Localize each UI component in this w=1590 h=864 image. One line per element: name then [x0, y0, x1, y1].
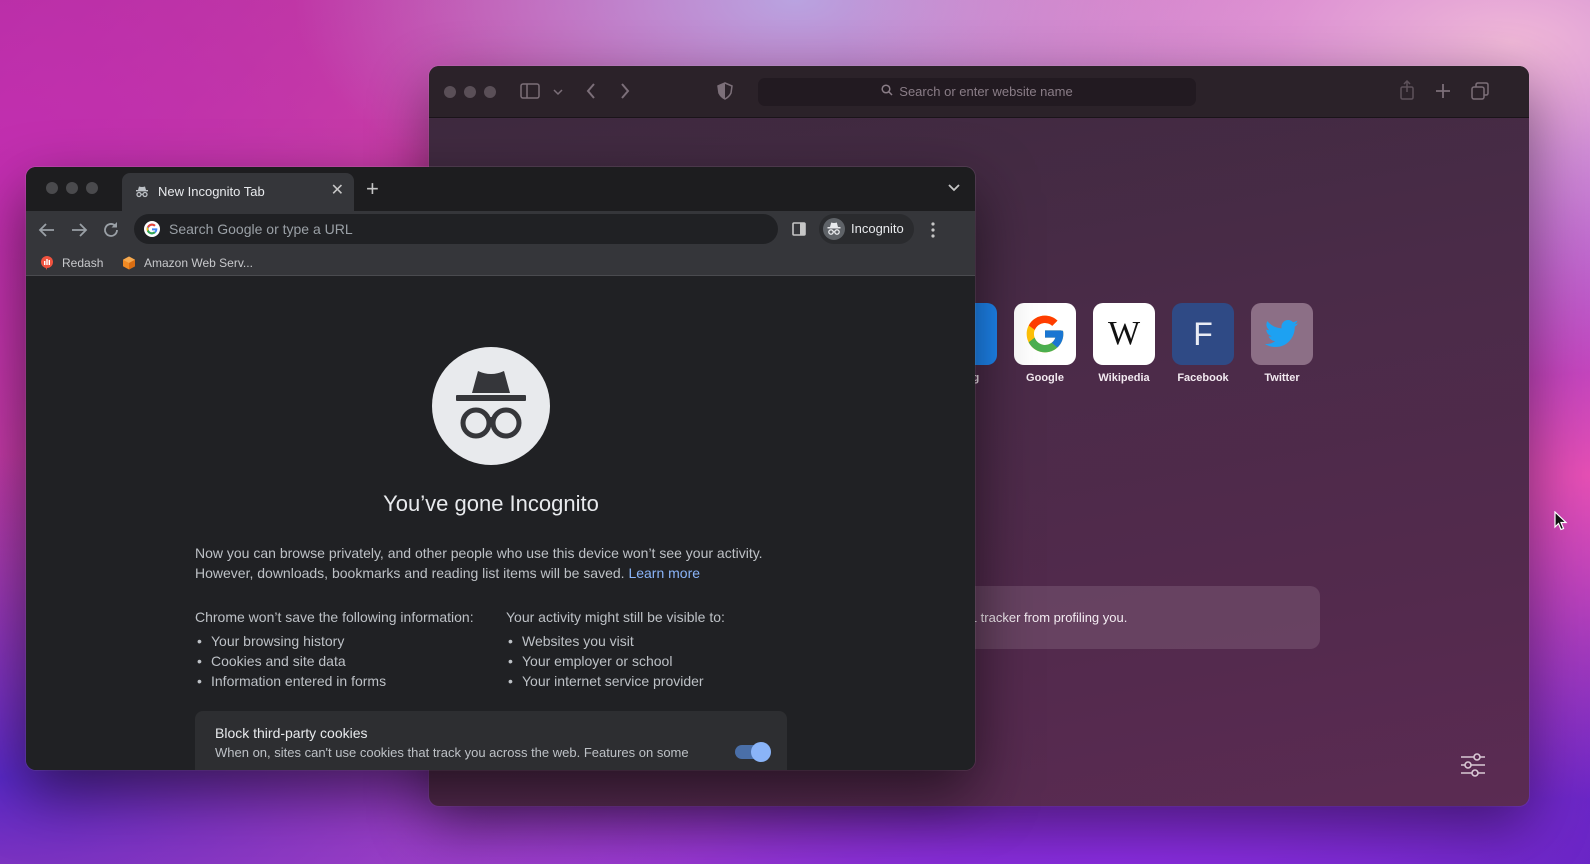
- page-title: You’ve gone Incognito: [383, 491, 599, 516]
- list-item: Your browsing history: [195, 631, 515, 651]
- wikipedia-glyph: W: [1107, 315, 1141, 352]
- navigation-toolbar: Search Google or type a URL Incognito: [26, 211, 975, 249]
- safari-toolbar: Search or enter website name: [429, 66, 1529, 118]
- tab-new-incognito[interactable]: New Incognito Tab ✕: [122, 173, 354, 211]
- bookmark-aws[interactable]: Amazon Web Serv...: [122, 254, 272, 272]
- privacy-report-text: d 1 tracker from profiling you.: [959, 610, 1128, 625]
- tab-strip: New Incognito Tab ✕ +: [26, 167, 975, 211]
- incognito-illustration: [432, 347, 550, 465]
- list-item: Your employer or school: [506, 651, 826, 671]
- favorite-facebook-label: Facebook: [1177, 372, 1229, 384]
- favorite-google-label: Google: [1026, 372, 1064, 384]
- zoom-window-button[interactable]: [484, 86, 496, 98]
- incognito-avatar: [823, 218, 845, 240]
- block-cookies-title: Block third-party cookies: [215, 725, 368, 741]
- search-icon: [881, 84, 893, 96]
- list-item: Your internet service provider: [506, 671, 826, 691]
- minimize-window-button[interactable]: [66, 182, 78, 194]
- facebook-glyph: F: [1193, 315, 1213, 352]
- bookmark-aws-label: Amazon Web Serv...: [144, 256, 253, 270]
- incognito-icon: [827, 222, 841, 235]
- list-item: Information entered in forms: [195, 671, 515, 691]
- favorite-facebook-tile[interactable]: F: [1172, 303, 1234, 365]
- omnibox[interactable]: Search Google or type a URL: [134, 214, 778, 244]
- customize-start-page-icon[interactable]: [1459, 752, 1487, 778]
- chevron-down-icon[interactable]: [553, 88, 563, 96]
- list-item: Websites you visit: [506, 631, 826, 651]
- incognito-spy-icon: [456, 371, 526, 439]
- forward-icon[interactable]: [619, 82, 631, 100]
- incognito-ntp-content: You’ve gone Incognito Now you can browse…: [26, 277, 975, 770]
- list-item: Cookies and site data: [195, 651, 515, 671]
- favorite-wikipedia-tile[interactable]: W: [1093, 303, 1155, 365]
- not-saved-list: Chrome won’t save the following informat…: [195, 607, 515, 691]
- safari-search-placeholder: Search or enter website name: [899, 84, 1073, 99]
- bookmarks-bar: Redash Amazon Web Serv...: [26, 249, 975, 276]
- tab-search-chevron-icon[interactable]: [947, 181, 961, 195]
- not-saved-heading: Chrome won’t save the following informat…: [195, 609, 474, 625]
- sidebar-toggle-icon[interactable]: [520, 83, 540, 99]
- close-window-button[interactable]: [46, 182, 58, 194]
- incognito-label: Incognito: [851, 221, 904, 236]
- block-cookies-card: Block third-party cookies When on, sites…: [195, 711, 787, 770]
- block-cookies-toggle[interactable]: [735, 742, 771, 762]
- zoom-window-button[interactable]: [86, 182, 98, 194]
- tab-overview-icon[interactable]: [1471, 82, 1489, 100]
- favorite-wikipedia-label: Wikipedia: [1098, 372, 1150, 384]
- still-visible-heading: Your activity might still be visible to:: [506, 609, 725, 625]
- favorite-twitter-label: Twitter: [1264, 372, 1300, 384]
- incognito-profile-button[interactable]: Incognito: [819, 214, 914, 244]
- aws-icon: [123, 256, 135, 270]
- back-icon[interactable]: [585, 82, 597, 100]
- redash-icon: [41, 256, 53, 270]
- privacy-shield-icon[interactable]: [717, 82, 733, 100]
- mouse-cursor-icon: [1554, 511, 1568, 531]
- omnibox-placeholder: Search Google or type a URL: [169, 221, 353, 237]
- close-window-button[interactable]: [444, 86, 456, 98]
- google-logo-icon: [1026, 315, 1064, 353]
- forward-icon[interactable]: [68, 219, 90, 241]
- toggle-knob: [751, 742, 771, 762]
- reload-icon[interactable]: [100, 219, 122, 241]
- bookmark-redash[interactable]: Redash: [40, 254, 120, 272]
- tab-title: New Incognito Tab: [158, 184, 265, 199]
- more-options-icon[interactable]: [930, 221, 936, 239]
- intro-paragraph: Now you can browse privately, and other …: [195, 543, 795, 583]
- share-icon[interactable]: [1399, 80, 1415, 100]
- favorite-google-tile[interactable]: [1014, 303, 1076, 365]
- minimize-window-button[interactable]: [464, 86, 476, 98]
- twitter-bird-icon: [1265, 319, 1299, 348]
- block-cookies-description: When on, sites can't use cookies that tr…: [215, 745, 689, 760]
- new-tab-icon[interactable]: [1435, 83, 1451, 99]
- learn-more-link[interactable]: Learn more: [628, 565, 700, 581]
- new-tab-button[interactable]: +: [366, 178, 379, 200]
- close-tab-icon[interactable]: ✕: [331, 182, 344, 200]
- still-visible-list: Your activity might still be visible to:…: [506, 607, 826, 691]
- favorite-twitter-tile[interactable]: [1251, 303, 1313, 365]
- privacy-report-card[interactable]: d 1 tracker from profiling you.: [949, 586, 1320, 649]
- google-g-icon: [144, 221, 160, 237]
- back-icon[interactable]: [36, 219, 58, 241]
- chrome-incognito-window: New Incognito Tab ✕ + Search Google or t…: [26, 167, 975, 770]
- side-panel-icon[interactable]: [792, 222, 806, 236]
- bookmark-redash-label: Redash: [62, 256, 104, 270]
- incognito-icon: [136, 186, 148, 198]
- safari-search-field[interactable]: Search or enter website name: [758, 78, 1196, 106]
